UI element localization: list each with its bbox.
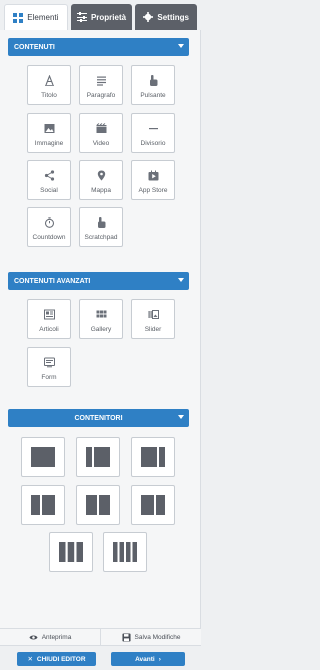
map-pin-icon <box>95 169 107 181</box>
tab-label: Settings <box>157 12 189 22</box>
heading-icon <box>43 74 55 86</box>
close-editor-button[interactable]: ✕ CHIUDI EDITOR <box>17 652 96 666</box>
chevron-right-icon: › <box>158 655 161 663</box>
elements-panel: CONTENUTI Titolo Paragrafo Pulsante Imma… <box>0 30 201 630</box>
container-2-col-wide-left[interactable] <box>21 485 65 525</box>
element-pulsante[interactable]: Pulsante <box>131 65 175 105</box>
layout-2-col-wide-right-icon <box>141 495 165 515</box>
chevron-down-icon <box>178 415 184 419</box>
stopwatch-icon <box>43 216 55 228</box>
paragraph-icon <box>95 74 107 86</box>
scratchpad-icon <box>95 216 107 228</box>
element-gallery[interactable]: Gallery <box>79 299 123 339</box>
gear-icon <box>143 12 154 22</box>
button-pointer-icon <box>147 74 159 86</box>
tab-label: Elementi <box>27 13 59 22</box>
slider-icon <box>147 308 159 320</box>
layout-1-col-icon <box>31 447 55 467</box>
save-icon <box>121 632 131 642</box>
close-icon: ✕ <box>27 656 33 663</box>
preview-button[interactable]: Anteprima <box>0 629 101 645</box>
articles-icon <box>43 308 55 320</box>
element-form[interactable]: Form <box>27 347 71 387</box>
container-2-col-wide-right[interactable] <box>131 485 175 525</box>
container-2-col-equal[interactable] <box>76 485 120 525</box>
container-1-col[interactable] <box>21 437 65 477</box>
element-label: Form <box>41 374 57 381</box>
next-label: Avanti <box>135 655 155 663</box>
tab-label: Proprietà <box>90 12 127 22</box>
element-label: Divisorio <box>140 140 166 147</box>
element-label: Immagine <box>34 140 64 147</box>
layout-2-col-wide-left-icon <box>31 495 55 515</box>
editor-tabs: Elementi Proprietà Settings <box>0 0 201 30</box>
element-immagine[interactable]: Immagine <box>27 113 71 153</box>
element-video[interactable]: Video <box>79 113 123 153</box>
element-countdown[interactable]: Countdown <box>27 207 71 247</box>
image-icon <box>43 122 55 134</box>
chevron-down-icon <box>178 44 184 48</box>
element-label: Mappa <box>91 187 111 194</box>
section-title: CONTENUTI <box>14 43 55 51</box>
element-label: Titolo <box>41 92 57 99</box>
element-app-store[interactable]: App Store <box>131 160 175 200</box>
layout-4-col-icon <box>113 542 137 562</box>
save-label: Salva Modifiche <box>134 633 181 641</box>
element-label: Paragrafo <box>86 92 116 99</box>
gallery-icon <box>95 308 107 320</box>
tab-settings[interactable]: Settings <box>135 4 198 30</box>
element-slider[interactable]: Slider <box>131 299 175 339</box>
app-store-icon <box>147 169 159 181</box>
element-label: Gallery <box>90 326 112 333</box>
tab-elementi[interactable]: Elementi <box>4 4 68 30</box>
element-titolo[interactable]: Titolo <box>27 65 71 105</box>
layout-sidebar-right-icon <box>141 447 165 467</box>
element-social[interactable]: Social <box>27 160 71 200</box>
form-icon <box>43 356 55 368</box>
layout-3-col-icon <box>59 542 83 562</box>
element-divisorio[interactable]: Divisorio <box>131 113 175 153</box>
eye-icon <box>29 634 38 640</box>
container-3-col[interactable] <box>49 532 93 572</box>
element-mappa[interactable]: Mappa <box>79 160 123 200</box>
panel-footer: Anteprima Salva Modifiche <box>0 628 201 646</box>
container-sidebar-right[interactable] <box>131 437 175 477</box>
divider-icon <box>147 122 159 134</box>
element-label: Articoli <box>39 326 59 333</box>
element-articoli[interactable]: Articoli <box>27 299 71 339</box>
container-sidebar-left[interactable] <box>76 437 120 477</box>
layout-2-col-equal-icon <box>86 495 110 515</box>
element-label: Scratchpad <box>84 234 118 241</box>
element-label: Pulsante <box>140 92 166 99</box>
element-label: Slider <box>144 326 162 333</box>
chevron-down-icon <box>178 278 184 282</box>
action-bar: ✕ CHIUDI EDITOR Avanti › <box>0 646 201 670</box>
element-label: App Store <box>138 187 168 194</box>
save-button[interactable]: Salva Modifiche <box>101 629 201 645</box>
preview-label: Anteprima <box>41 633 72 641</box>
container-4-col[interactable] <box>103 532 147 572</box>
section-contenitori-header[interactable]: CONTENITORI <box>8 409 189 427</box>
section-contenuti-header[interactable]: CONTENUTI <box>8 38 189 56</box>
close-editor-label: CHIUDI EDITOR <box>36 655 86 663</box>
element-label: Social <box>40 187 58 194</box>
element-label: Countdown <box>32 234 66 241</box>
layout-sidebar-left-icon <box>86 447 110 467</box>
section-title: CONTENITORI <box>74 414 123 422</box>
share-icon <box>43 169 55 181</box>
element-paragrafo[interactable]: Paragrafo <box>79 65 123 105</box>
element-scratchpad[interactable]: Scratchpad <box>79 207 123 247</box>
sliders-icon <box>76 12 87 22</box>
section-title: CONTENUTI AVANZATI <box>14 277 91 285</box>
element-label: Video <box>92 140 110 147</box>
next-button[interactable]: Avanti › <box>111 652 185 666</box>
tab-proprieta[interactable]: Proprietà <box>70 4 133 30</box>
section-avanzati-header[interactable]: CONTENUTI AVANZATI <box>8 272 189 290</box>
video-icon <box>95 122 107 134</box>
grid-icon <box>13 12 24 23</box>
